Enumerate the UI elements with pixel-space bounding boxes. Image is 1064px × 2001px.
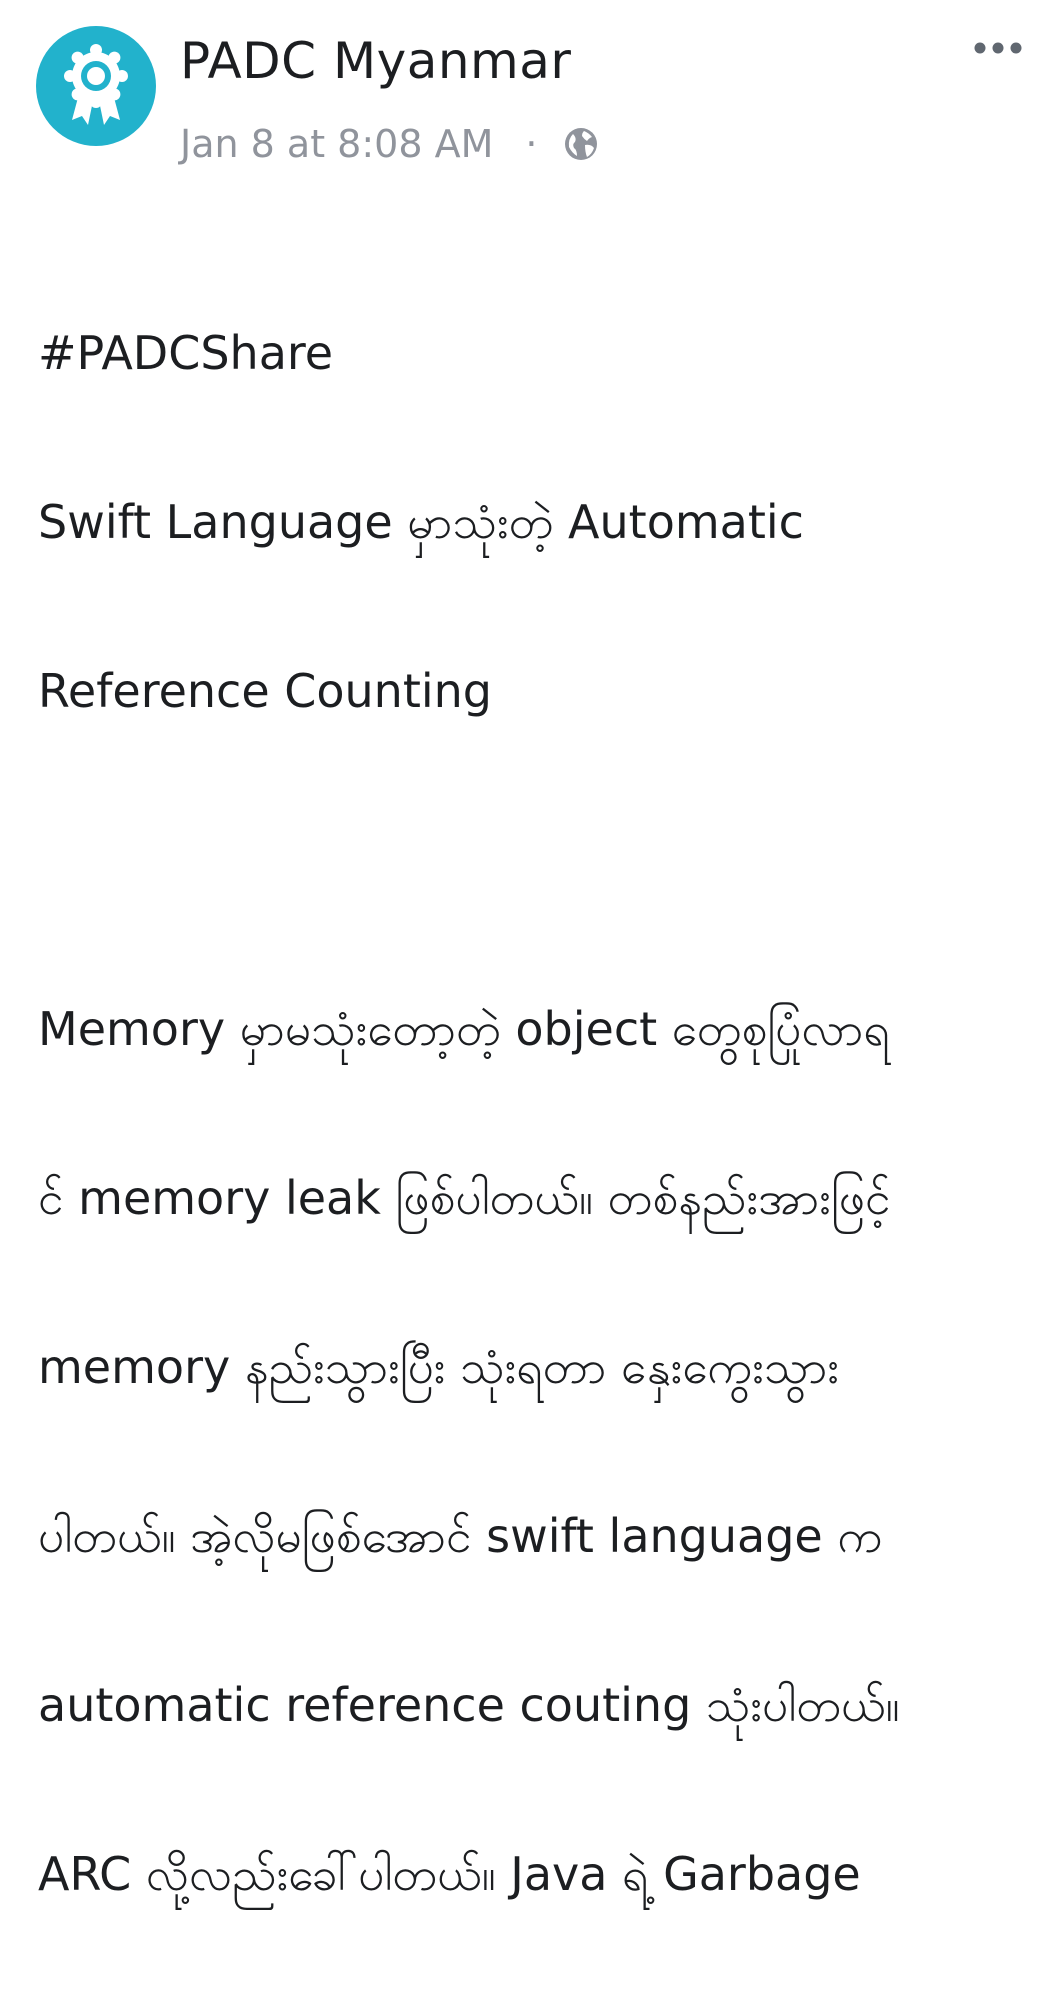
post-title-line-1: Swift Language မှာသုံးတဲ့ Automatic (38, 494, 804, 549)
globe-icon[interactable] (563, 126, 599, 162)
post-body-line-2: င် memory leak ဖြစ်ပါတယ်။ တစ်နည်းအားဖြင့… (38, 1170, 891, 1225)
post-title-line-2: Reference Counting (38, 663, 493, 718)
page-name-link[interactable]: PADC Myanmar (180, 30, 571, 92)
post-body-line-5: automatic reference couting သုံးပါတယ်။ (38, 1677, 900, 1732)
hashtag-link[interactable]: #PADCShare (38, 311, 1038, 396)
page-avatar[interactable] (36, 26, 156, 146)
post-timestamp[interactable]: Jan 8 at 8:08 AM (180, 122, 493, 166)
post-body: #PADCShare Swift Language မှာသုံးတဲ့ Aut… (38, 226, 1038, 2001)
meta-separator: · (525, 122, 538, 166)
post-body-line-3: memory နည်းသွားပြီး သုံးရတာ နှေးကွေးသွား (38, 1339, 840, 1394)
post-body-line-6: ARC လို့လည်းခေါ်ပါတယ်။ Java ရဲ့ Garbage (38, 1846, 861, 1901)
award-ribbon-icon (64, 44, 128, 125)
post-body-line-1: Memory မှာမသုံးတော့တဲ့ object တွေစုပြုံလ… (38, 1001, 890, 1056)
post-body-line-4: ပါတယ်။ အဲ့လိုမဖြစ်အောင် swift language က (38, 1508, 883, 1563)
post-header: PADC Myanmar Jan 8 at 8:08 AM · (0, 0, 1064, 200)
post-meta: Jan 8 at 8:08 AM · (180, 118, 599, 170)
more-options-icon[interactable] (968, 26, 1028, 70)
